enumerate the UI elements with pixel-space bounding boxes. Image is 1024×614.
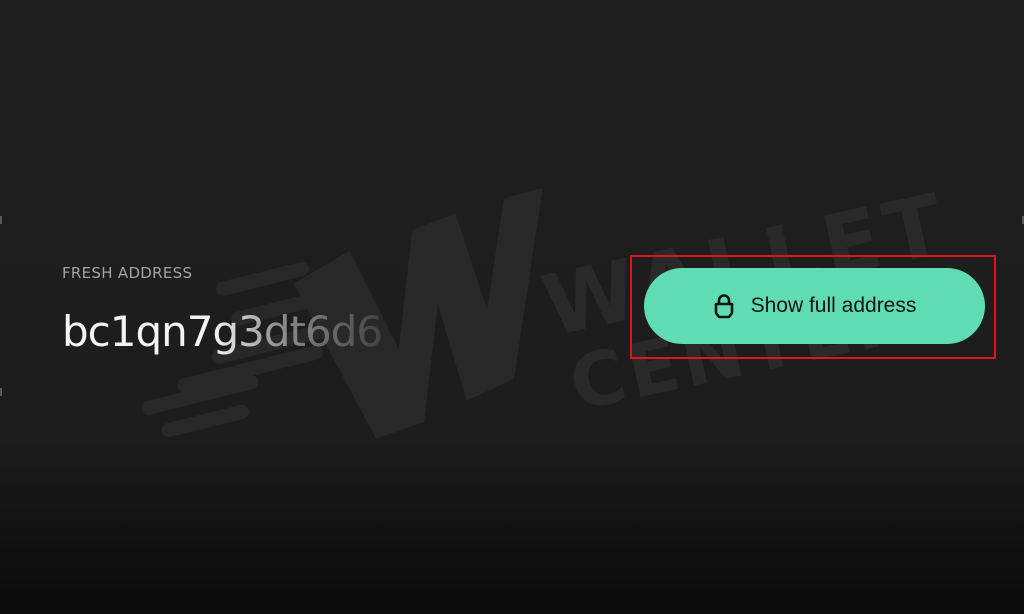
show-full-address-button[interactable]: Show full address — [644, 268, 985, 344]
lock-icon — [713, 293, 735, 319]
show-full-address-label: Show full address — [750, 294, 917, 317]
panel-edge-bottom — [0, 388, 2, 396]
address-value: bc1qn7g3dt6d6 — [62, 307, 383, 356]
fresh-address-label: FRESH ADDRESS — [62, 264, 193, 282]
panel-edge-top — [0, 216, 2, 224]
